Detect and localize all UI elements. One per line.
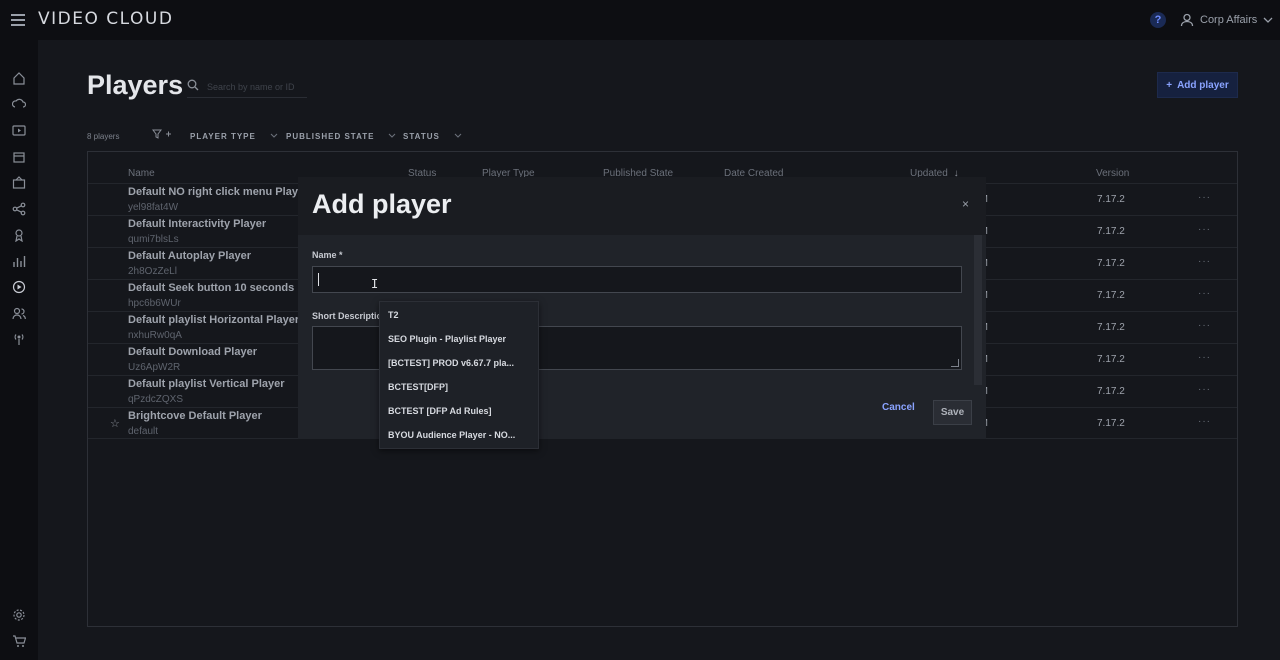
player-name[interactable]: Brightcove Default Player [128,410,262,422]
upload-icon[interactable] [12,97,26,111]
player-id: default [128,426,159,437]
account-name: Corp Affairs [1200,14,1258,26]
more-options-icon[interactable]: ··· [1198,288,1211,299]
player-name[interactable]: Default playlist Horizontal Player [128,314,299,326]
player-version: 7.17.2 [1097,226,1125,237]
more-options-icon[interactable]: ··· [1198,192,1211,203]
users-icon[interactable] [12,306,26,320]
calendar-icon[interactable] [12,150,26,164]
search-box[interactable] [187,76,307,98]
filter-label: PUBLISHED STATE [286,131,375,141]
autocomplete-option[interactable]: T2 [388,310,528,320]
more-options-icon[interactable]: ··· [1198,416,1211,427]
hamburger-menu-icon[interactable] [11,14,25,26]
player-version: 7.17.2 [1097,418,1125,429]
chevron-down-icon [270,132,278,141]
player-count: 8 players [87,132,120,141]
dialog-scrollbar[interactable] [974,235,982,385]
search-input[interactable] [207,81,307,92]
cancel-button[interactable]: Cancel [882,402,915,413]
social-icon[interactable] [12,202,26,216]
autocomplete-option[interactable]: BCTEST[DFP] [388,382,528,392]
text-caret [318,273,319,286]
filter-label: PLAYER TYPE [190,131,256,141]
text-cursor-icon: I [371,277,379,291]
add-player-label: Add player [1177,79,1229,91]
search-icon [187,78,201,96]
dialog-header: Add player × [298,177,986,235]
player-name[interactable]: Default playlist Vertical Player [128,378,285,390]
column-header-name[interactable]: Name [128,168,155,179]
player-id: yel98fat4W [128,202,179,213]
player-name[interactable]: Default Autoplay Player [128,250,251,262]
player-version: 7.17.2 [1097,290,1125,301]
player-id: 2h8OzZeLl [128,266,177,277]
user-icon [1180,13,1194,27]
media-icon[interactable] [12,123,26,137]
more-options-icon[interactable]: ··· [1198,352,1211,363]
player-id: nxhuRw0qA [128,330,182,341]
gallery-icon[interactable] [12,176,26,190]
plus-icon: + [1166,79,1173,91]
autocomplete-option[interactable]: [BCTEST] PROD v6.67.7 pla... [388,358,528,368]
autocomplete-option[interactable]: SEO Plugin - Playlist Player [388,334,528,344]
player-version: 7.17.2 [1097,354,1125,365]
filter-published-state[interactable]: PUBLISHED STATE [286,130,396,142]
account-menu[interactable]: Corp Affairs [1180,11,1273,29]
filter-add-icon[interactable] [152,129,172,141]
more-options-icon[interactable]: ··· [1198,224,1211,235]
resize-handle-icon[interactable] [951,359,959,367]
player-version: 7.17.2 [1097,322,1125,333]
filter-label: STATUS [403,131,440,141]
live-icon[interactable] [12,332,26,346]
add-player-button[interactable]: + Add player [1157,72,1238,98]
more-options-icon[interactable]: ··· [1198,320,1211,331]
close-icon[interactable]: × [962,197,969,211]
player-version: 7.17.2 [1097,386,1125,397]
help-icon[interactable]: ? [1150,12,1166,28]
players-icon[interactable] [12,280,26,294]
sidebar [0,40,38,660]
player-name[interactable]: Default Download Player [128,346,257,358]
settings-gear-icon[interactable] [12,608,26,622]
name-field-label: Name * [312,250,343,260]
short-description-label: Short Descriptio [312,311,383,321]
marketplace-icon[interactable] [12,634,26,648]
chevron-down-icon [454,132,462,141]
column-header-version[interactable]: Version [1096,168,1129,179]
page-title: Players [87,70,184,100]
player-version: 7.17.2 [1097,258,1125,269]
player-id: qumi7blsLs [128,234,179,245]
player-id: hpc6b6WUr [128,298,181,309]
player-name[interactable]: Default NO right click menu Player [128,186,308,198]
autocomplete-option[interactable]: BCTEST [DFP Ad Rules] [388,406,528,416]
player-id: qPzdcZQXS [128,394,184,405]
home-icon[interactable] [12,71,26,85]
autocomplete-dropdown: T2 SEO Plugin - Playlist Player [BCTEST]… [379,301,539,449]
autocomplete-option[interactable]: BYOU Audience Player - NO... [388,430,528,440]
chevron-down-icon [1263,16,1273,24]
audience-icon[interactable] [12,228,26,242]
analytics-icon[interactable] [12,254,26,268]
app-logo[interactable]: VIDEO CLOUD [38,9,173,29]
top-bar: VIDEO CLOUD ? Corp Affairs [0,0,1280,40]
player-name[interactable]: Default Interactivity Player [128,218,266,230]
dialog-title: Add player [312,189,452,219]
player-version: 7.17.2 [1097,194,1125,205]
more-options-icon[interactable]: ··· [1198,256,1211,267]
player-id: Uz6ApW2R [128,362,181,373]
star-icon[interactable]: ☆ [110,417,120,430]
save-button[interactable]: Save [933,400,972,425]
filter-status[interactable]: STATUS [403,130,462,142]
more-options-icon[interactable]: ··· [1198,384,1211,395]
name-field[interactable] [312,266,962,293]
filter-player-type[interactable]: PLAYER TYPE [190,130,278,142]
chevron-down-icon [388,132,396,141]
